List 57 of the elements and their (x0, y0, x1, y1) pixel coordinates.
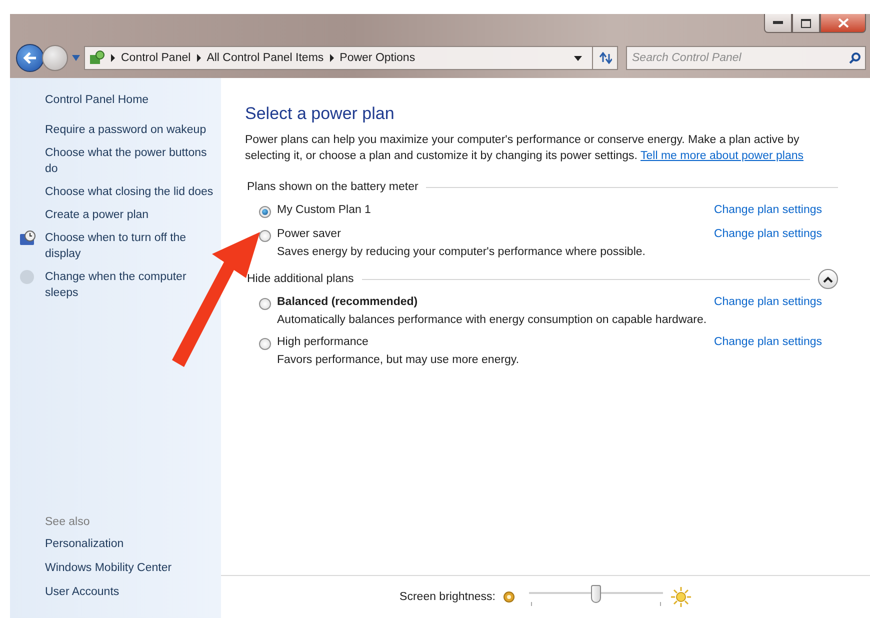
dim-sun-icon (503, 591, 516, 603)
change-plan-settings-link[interactable]: Change plan settings (714, 228, 822, 242)
sidebar-link[interactable]: Control Panel Home (10, 92, 149, 108)
sidebar-link[interactable]: Create a power plan (10, 207, 149, 223)
minimize-button[interactable] (764, 14, 792, 33)
search-icon (849, 52, 861, 64)
breadcrumb[interactable]: Power Options (340, 52, 416, 64)
maximize-icon (801, 18, 811, 28)
plan-name: Power saver (277, 228, 342, 242)
intro-text: Power plans can help you maximize your computer's performance or conserve energy. Make a plan active by selecting it, or choose a plan and customize it by changing its power settings. Tell me more about power plans (245, 133, 804, 164)
section-heading: Plans shown on the battery meter (247, 181, 418, 193)
back-button[interactable] (16, 44, 44, 72)
sidebar-link[interactable]: Personalization (10, 536, 124, 552)
change-plan-settings-link[interactable]: Change plan settings (714, 296, 822, 310)
radio-button[interactable] (259, 206, 271, 218)
help-link[interactable]: Tell me more about power plans (640, 150, 804, 162)
plan-description: Automatically balances performance with energy consumption on capable hardware. (277, 314, 708, 326)
page-title: Select a power plan (245, 104, 396, 124)
change-plan-settings-link[interactable]: Change plan settings (714, 204, 822, 218)
sidebar-link[interactable]: Choose what closing the lid does (10, 184, 214, 200)
brightness-slider[interactable] (529, 585, 664, 609)
sidebar-link[interactable]: Change when the computer sleeps (10, 269, 215, 301)
sidebar-link[interactable]: Choose when to turn off the display (10, 230, 215, 262)
radio-button[interactable] (259, 298, 271, 310)
radio-button[interactable] (259, 230, 271, 242)
refresh-icon (598, 52, 612, 64)
minimize-icon (773, 21, 783, 25)
bright-sun-icon (671, 587, 692, 607)
sidebar-link[interactable]: Windows Mobility Center (10, 560, 172, 576)
plan-description: Favors performance, but may use more energy. (277, 354, 520, 366)
breadcrumb[interactable]: Control Panel (121, 52, 191, 64)
search-field[interactable]: Search Control Panel (626, 46, 866, 70)
back-arrow-icon (23, 52, 37, 64)
breadcrumb[interactable]: All Control Panel Items (206, 52, 324, 64)
plan-name: My Custom Plan 1 (277, 204, 372, 218)
chevron-icon (823, 276, 833, 282)
dropdown-arrow-icon[interactable] (72, 55, 80, 61)
sidebar-link[interactable]: Choose what the power buttons do (10, 145, 215, 177)
plan-name: High performance (277, 336, 370, 350)
brightness-label: Screen brightness: (400, 591, 496, 603)
refresh-button[interactable] (592, 46, 618, 70)
radio-button[interactable] (259, 338, 271, 350)
maximize-button[interactable] (792, 14, 820, 33)
clock-icon (19, 230, 37, 246)
sidebar-link[interactable]: Require a password on wakeup (10, 122, 206, 138)
slider-thumb[interactable] (591, 585, 602, 603)
section-heading: Hide additional plans (247, 273, 354, 285)
address-bar[interactable]: Control Panel All Control Panel Items Power Options (84, 46, 593, 70)
plan-description: Saves energy by reducing your computer's performance where possible. (277, 246, 646, 258)
change-plan-settings-link[interactable]: Change plan settings (714, 336, 822, 350)
see-also-heading: See also (44, 516, 91, 528)
plan-name: Balanced (recommended) (277, 296, 419, 310)
collapse-button[interactable] (818, 269, 838, 289)
dropdown-icon[interactable] (574, 56, 582, 60)
sidebar-link[interactable]: User Accounts (10, 584, 120, 600)
close-button[interactable] (820, 14, 866, 33)
close-icon (838, 18, 848, 28)
